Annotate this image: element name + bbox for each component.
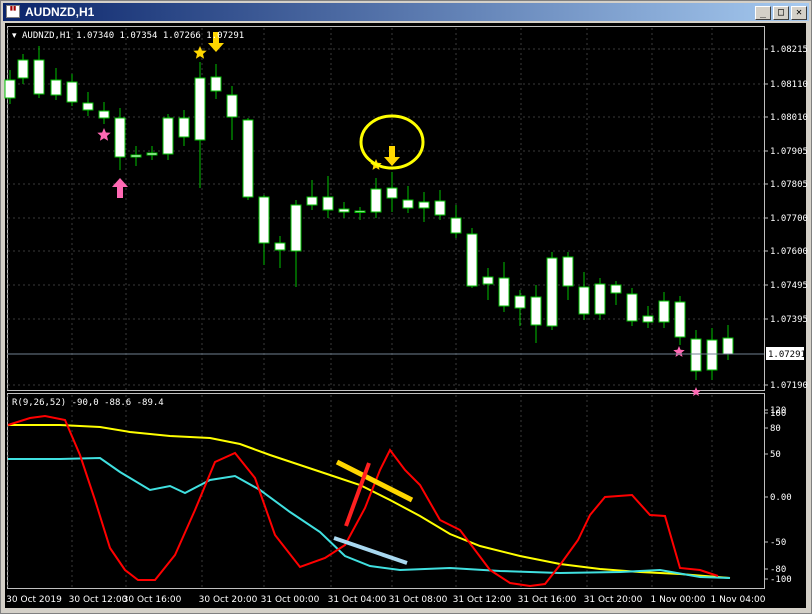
time-label: 1 Nov 04:00 [711,595,766,605]
indicator-level-label: 100 [770,409,786,419]
candle [114,117,126,158]
candle [33,59,45,95]
candle [418,201,430,209]
indicator-level-label: 80 [770,424,781,434]
candle [82,102,94,111]
candle [674,301,686,338]
candle [290,204,302,252]
price-label: 1.07700 [770,214,808,224]
candle [610,284,622,294]
price-label: 1.07905 [770,147,808,157]
candle [66,81,78,103]
current-price-label: 1.07291 [768,350,806,360]
time-label: 31 Oct 08:00 [389,595,448,605]
candle [530,296,542,326]
candle [162,117,174,155]
candle [690,338,702,372]
candle [370,188,382,213]
indicator-level-label: -80 [770,565,786,575]
price-label: 1.07495 [770,281,808,291]
candle [17,59,29,79]
candle [258,196,270,244]
candle [242,119,254,198]
candle [450,217,462,234]
indicator-level-label: -100 [770,575,792,585]
candle [226,94,238,118]
candle [482,276,494,285]
candle [178,117,190,138]
candle [562,256,574,287]
time-label: 31 Oct 00:00 [261,595,320,605]
chart-header: AUDNZD,H1 1.07340 1.07354 1.07266 1.0729… [22,31,244,41]
candle [210,76,222,92]
candle [642,315,654,323]
time-label: 31 Oct 12:00 [453,595,512,605]
candle [50,79,62,96]
price-label: 1.07395 [770,315,808,325]
time-label: 30 Oct 12:00 [69,595,128,605]
candle [546,257,558,327]
time-label: 31 Oct 04:00 [328,595,387,605]
price-label: 1.08110 [770,80,808,90]
candle [626,293,638,322]
time-label: 31 Oct 16:00 [518,595,577,605]
candle [4,79,16,99]
candle [338,208,350,213]
time-label: 30 Oct 16:00 [123,595,182,605]
time-label: 31 Oct 20:00 [584,595,643,605]
price-label: 1.07190 [770,381,808,391]
candle [466,233,478,287]
candle [354,210,366,213]
candle [594,283,606,315]
candle [306,196,318,206]
time-label: 1 Nov 00:00 [651,595,706,605]
candle [514,295,526,309]
candle [130,154,142,158]
indicator-level-label: 0.00 [770,493,792,503]
candle [274,242,286,251]
time-label: 30 Oct 20:00 [199,595,258,605]
time-axis: 30 Oct 2019 30 Oct 12:0030 Oct 16:00 30 Oc… [6,595,766,605]
candle [706,339,718,371]
candle [322,196,334,211]
candle [578,286,590,315]
price-chart[interactable]: 1.08215 1.08110 1.08010 1.07905 1.07805 1.077… [0,0,812,614]
chart-background [5,23,806,608]
price-label: 1.07600 [770,247,808,257]
price-label: 1.08215 [770,45,808,55]
candle [498,277,510,307]
chart-collapse-icon[interactable]: ▾ [12,31,17,41]
candle [98,110,110,119]
candle [434,200,446,216]
candle [386,187,398,199]
candle [146,152,158,156]
candle [722,337,734,355]
price-label: 1.07805 [770,180,808,190]
price-label: 1.08010 [770,113,808,123]
indicator-header: R(9,26,52) -90,0 -88.6 -89.4 [12,398,164,408]
time-label: 30 Oct 2019 [6,595,62,605]
indicator-level-label: 50 [770,450,781,460]
indicator-level-label: -50 [770,538,786,548]
candle [194,77,206,141]
candle [402,199,414,209]
candle [658,300,670,323]
